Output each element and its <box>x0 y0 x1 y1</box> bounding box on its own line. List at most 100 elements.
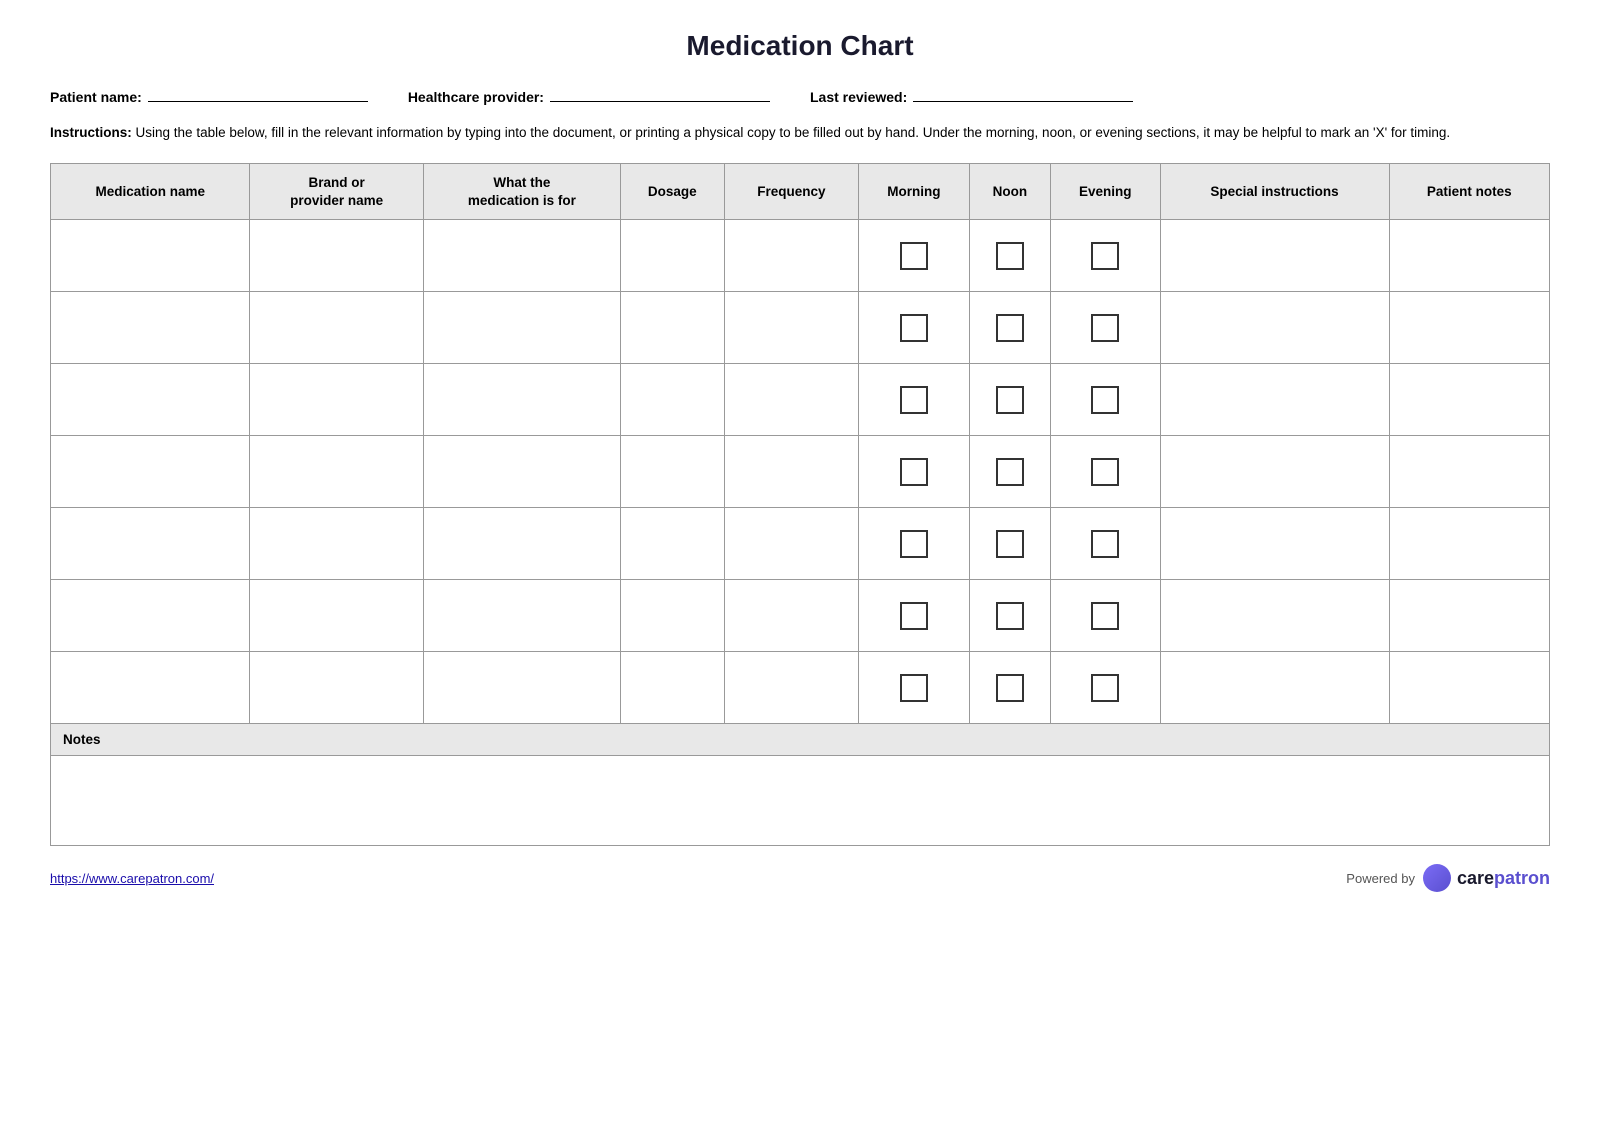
morning-checkbox-cell <box>859 652 970 724</box>
table-cell[interactable] <box>250 580 423 652</box>
morning-checkbox[interactable] <box>900 314 928 342</box>
evening-checkbox[interactable] <box>1091 530 1119 558</box>
noon-checkbox[interactable] <box>996 314 1024 342</box>
table-cell[interactable] <box>51 580 250 652</box>
table-cell[interactable] <box>250 652 423 724</box>
table-cell[interactable] <box>250 436 423 508</box>
table-cell[interactable] <box>1160 652 1389 724</box>
table-cell[interactable] <box>724 652 858 724</box>
evening-checkbox[interactable] <box>1091 602 1119 630</box>
table-cell[interactable] <box>724 436 858 508</box>
noon-checkbox-cell <box>969 580 1050 652</box>
noon-checkbox-cell <box>969 652 1050 724</box>
table-cell[interactable] <box>51 436 250 508</box>
noon-checkbox-cell <box>969 436 1050 508</box>
table-cell[interactable] <box>423 508 620 580</box>
table-cell[interactable] <box>423 292 620 364</box>
table-cell[interactable] <box>1160 580 1389 652</box>
table-cell[interactable] <box>423 652 620 724</box>
morning-checkbox[interactable] <box>900 674 928 702</box>
table-cell[interactable] <box>1389 436 1549 508</box>
table-cell[interactable] <box>51 652 250 724</box>
table-cell[interactable] <box>1160 220 1389 292</box>
table-cell[interactable] <box>51 364 250 436</box>
last-reviewed-line[interactable] <box>913 86 1133 102</box>
table-cell[interactable] <box>250 508 423 580</box>
table-cell[interactable] <box>250 292 423 364</box>
table-cell[interactable] <box>423 220 620 292</box>
footer: https://www.carepatron.com/ Powered by c… <box>50 864 1550 892</box>
evening-checkbox[interactable] <box>1091 458 1119 486</box>
provider-label: Healthcare provider: <box>408 89 544 105</box>
table-cell[interactable] <box>1160 292 1389 364</box>
evening-checkbox-cell <box>1050 652 1160 724</box>
table-cell[interactable] <box>620 292 724 364</box>
table-cell[interactable] <box>51 292 250 364</box>
evening-checkbox[interactable] <box>1091 674 1119 702</box>
morning-checkbox[interactable] <box>900 458 928 486</box>
table-row <box>51 364 1550 436</box>
col-header-evening: Evening <box>1050 164 1160 220</box>
instructions-text: Using the table below, fill in the relev… <box>136 125 1451 140</box>
evening-checkbox[interactable] <box>1091 242 1119 270</box>
noon-checkbox[interactable] <box>996 386 1024 414</box>
carepatron-logo: carepatron <box>1423 864 1550 892</box>
table-cell[interactable] <box>1389 580 1549 652</box>
table-cell[interactable] <box>1160 364 1389 436</box>
table-cell[interactable] <box>51 220 250 292</box>
table-cell[interactable] <box>724 220 858 292</box>
notes-header-row: Notes <box>51 724 1550 756</box>
patient-name-line[interactable] <box>148 86 368 102</box>
morning-checkbox[interactable] <box>900 242 928 270</box>
evening-checkbox[interactable] <box>1091 314 1119 342</box>
noon-checkbox[interactable] <box>996 458 1024 486</box>
noon-checkbox-cell <box>969 508 1050 580</box>
table-cell[interactable] <box>250 220 423 292</box>
notes-content[interactable] <box>51 756 1550 846</box>
morning-checkbox-cell <box>859 436 970 508</box>
noon-checkbox[interactable] <box>996 530 1024 558</box>
table-cell[interactable] <box>1389 220 1549 292</box>
table-cell[interactable] <box>1389 364 1549 436</box>
table-cell[interactable] <box>1389 652 1549 724</box>
evening-checkbox[interactable] <box>1091 386 1119 414</box>
morning-checkbox[interactable] <box>900 530 928 558</box>
table-row <box>51 292 1550 364</box>
table-cell[interactable] <box>620 508 724 580</box>
table-cell[interactable] <box>724 364 858 436</box>
morning-checkbox[interactable] <box>900 386 928 414</box>
table-cell[interactable] <box>620 580 724 652</box>
table-cell[interactable] <box>620 364 724 436</box>
table-cell[interactable] <box>620 220 724 292</box>
notes-body-row <box>51 756 1550 846</box>
carepatron-brand-accent: patron <box>1494 868 1550 888</box>
table-cell[interactable] <box>423 436 620 508</box>
morning-checkbox-cell <box>859 292 970 364</box>
table-cell[interactable] <box>1389 508 1549 580</box>
table-cell[interactable] <box>423 580 620 652</box>
notes-label: Notes <box>51 724 1550 756</box>
morning-checkbox[interactable] <box>900 602 928 630</box>
table-cell[interactable] <box>620 436 724 508</box>
col-header-special-instructions: Special instructions <box>1160 164 1389 220</box>
footer-link[interactable]: https://www.carepatron.com/ <box>50 871 214 886</box>
noon-checkbox[interactable] <box>996 242 1024 270</box>
noon-checkbox[interactable] <box>996 602 1024 630</box>
table-row <box>51 508 1550 580</box>
morning-checkbox-cell <box>859 580 970 652</box>
provider-line[interactable] <box>550 86 770 102</box>
table-cell[interactable] <box>250 364 423 436</box>
table-cell[interactable] <box>620 652 724 724</box>
table-cell[interactable] <box>724 292 858 364</box>
table-cell[interactable] <box>724 508 858 580</box>
table-cell[interactable] <box>724 580 858 652</box>
evening-checkbox-cell <box>1050 220 1160 292</box>
table-cell[interactable] <box>423 364 620 436</box>
table-cell[interactable] <box>1160 508 1389 580</box>
noon-checkbox[interactable] <box>996 674 1024 702</box>
table-cell[interactable] <box>1160 436 1389 508</box>
powered-by-text: Powered by <box>1346 871 1415 886</box>
table-cell[interactable] <box>51 508 250 580</box>
morning-checkbox-cell <box>859 364 970 436</box>
table-cell[interactable] <box>1389 292 1549 364</box>
